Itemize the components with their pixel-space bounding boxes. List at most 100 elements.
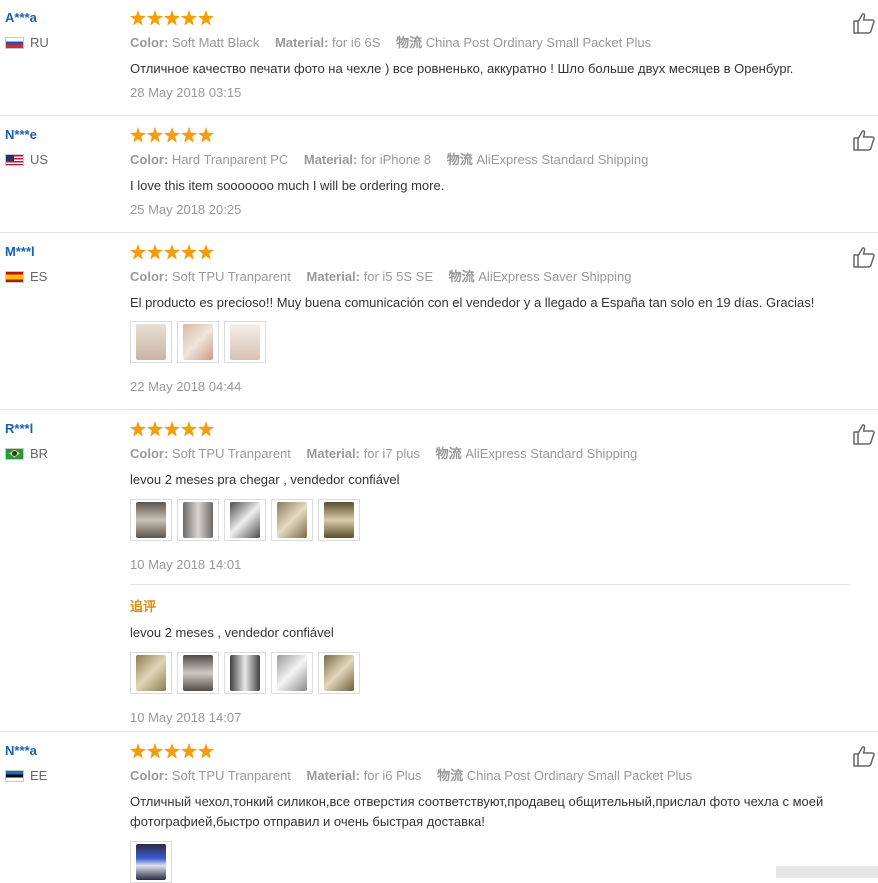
thumbs-up-icon[interactable] xyxy=(852,745,876,767)
color-value: Soft TPU Tranparent xyxy=(171,269,291,284)
material-label: Material: xyxy=(306,768,360,783)
star-icon xyxy=(198,127,214,143)
star-icon xyxy=(147,10,163,26)
review-date: 28 May 2018 03:15 xyxy=(130,85,242,100)
star-icon xyxy=(181,743,197,759)
review-photo-thumbnail[interactable] xyxy=(130,499,172,541)
star-icon xyxy=(130,10,146,26)
review-item: N***e US Color: Hard Tranparent PC Mater… xyxy=(0,117,878,233)
floating-panel-edge[interactable] xyxy=(776,866,878,878)
followup-label: 追评 xyxy=(130,599,157,614)
shipping-value: China Post Ordinary Small Packet Plus xyxy=(425,35,652,50)
review-item: N***a EE Color: Soft TPU Tranparent Mate… xyxy=(0,733,878,883)
review-photo-thumbnail[interactable] xyxy=(318,652,360,694)
star-icon xyxy=(130,244,146,260)
review-text: Отличный чехол,тонкий силикон,все отверс… xyxy=(130,794,824,829)
thumbs-up-icon[interactable] xyxy=(852,246,876,268)
star-icon xyxy=(147,421,163,437)
material-value: for i5 5S SE xyxy=(363,269,433,284)
review-photo-thumbnail[interactable] xyxy=(177,321,219,363)
material-label: Material: xyxy=(303,152,358,167)
material-value: for i7 plus xyxy=(363,446,420,461)
star-icon xyxy=(164,244,180,260)
reviewer-name[interactable]: R***l xyxy=(5,421,125,437)
flag-ru-icon xyxy=(5,36,24,49)
reviewer-country: US xyxy=(5,152,125,167)
order-attributes: Color: Soft Matt Black Material: for i6 … xyxy=(130,34,850,51)
shipping-label: 物流 xyxy=(448,269,475,284)
review-item: M***l ES Color: Soft TPU Tranparent Mate… xyxy=(0,234,878,410)
star-icon xyxy=(164,10,180,26)
star-icon xyxy=(130,127,146,143)
color-label: Color: xyxy=(130,269,169,284)
star-icon xyxy=(198,244,214,260)
review-date: 25 May 2018 20:25 xyxy=(130,202,242,217)
shipping-value: AliExpress Standard Shipping xyxy=(476,152,649,167)
order-attributes: Color: Soft TPU Tranparent Material: for… xyxy=(130,268,850,285)
color-label: Color: xyxy=(130,446,169,461)
review-photo-thumbnail[interactable] xyxy=(177,499,219,541)
shipping-label: 物流 xyxy=(437,768,464,783)
review-photo-thumbnail[interactable] xyxy=(271,499,313,541)
color-value: Soft TPU Tranparent xyxy=(171,768,291,783)
star-icon xyxy=(181,127,197,143)
reviewer-name[interactable]: N***e xyxy=(5,127,125,143)
material-label: Material: xyxy=(274,35,329,50)
reviewer-country: BR xyxy=(5,446,125,461)
review-photos xyxy=(130,841,850,883)
review-photo-thumbnail[interactable] xyxy=(130,841,172,883)
review-date: 22 May 2018 04:44 xyxy=(130,379,242,394)
material-value: for i6 Plus xyxy=(363,768,422,783)
color-value: Soft TPU Tranparent xyxy=(171,446,291,461)
review-photo-thumbnail[interactable] xyxy=(224,321,266,363)
review-photo-thumbnail[interactable] xyxy=(318,499,360,541)
star-icon xyxy=(130,421,146,437)
star-icon xyxy=(181,244,197,260)
flag-ee-icon xyxy=(5,769,24,782)
flag-us-icon xyxy=(5,153,24,166)
shipping-label: 物流 xyxy=(435,446,462,461)
material-value: for i6 6S xyxy=(332,35,381,50)
star-icon xyxy=(198,743,214,759)
star-icon xyxy=(147,244,163,260)
flag-es-icon xyxy=(5,270,24,283)
star-icon xyxy=(164,421,180,437)
review-photo-thumbnail[interactable] xyxy=(130,652,172,694)
shipping-label: 物流 xyxy=(396,35,423,50)
review-content: Color: Soft TPU Tranparent Material: for… xyxy=(130,743,850,883)
thumbs-up-icon[interactable] xyxy=(852,129,876,151)
review-photo-thumbnail[interactable] xyxy=(224,499,266,541)
reviewer-name[interactable]: N***a xyxy=(5,743,125,759)
star-icon xyxy=(130,743,146,759)
review-date: 10 May 2018 14:01 xyxy=(130,557,242,572)
thumbs-up-icon[interactable] xyxy=(852,12,876,34)
reviewer-name[interactable]: M***l xyxy=(5,244,125,260)
review-content: Color: Hard Tranparent PC Material: for … xyxy=(130,127,850,218)
review-photo-thumbnail[interactable] xyxy=(130,321,172,363)
thumbs-up-icon[interactable] xyxy=(852,423,876,445)
review-text: levou 2 meses pra chegar , vendedor conf… xyxy=(130,472,400,487)
review-content: Color: Soft TPU Tranparent Material: for… xyxy=(130,244,850,395)
star-icon xyxy=(198,421,214,437)
star-rating xyxy=(130,127,850,145)
material-label: Material: xyxy=(306,269,360,284)
shipping-label: 物流 xyxy=(446,152,473,167)
material-label: Material: xyxy=(306,446,360,461)
order-attributes: Color: Soft TPU Tranparent Material: for… xyxy=(130,767,850,784)
reviewer-name[interactable]: A***a xyxy=(5,10,125,26)
review-photo-thumbnail[interactable] xyxy=(271,652,313,694)
followup-date: 10 May 2018 14:07 xyxy=(130,710,242,725)
material-value: for iPhone 8 xyxy=(360,152,432,167)
reviewer-info: N***e US xyxy=(5,127,125,167)
review-photo-thumbnail[interactable] xyxy=(224,652,266,694)
star-rating xyxy=(130,421,850,439)
star-icon xyxy=(164,743,180,759)
star-icon xyxy=(181,10,197,26)
review-text: El producto es precioso!! Muy buena comu… xyxy=(130,295,815,310)
star-rating xyxy=(130,10,850,28)
color-label: Color: xyxy=(130,35,169,50)
review-photos xyxy=(130,321,850,363)
color-value: Soft Matt Black xyxy=(171,35,260,50)
followup-photos xyxy=(130,652,850,694)
review-photo-thumbnail[interactable] xyxy=(177,652,219,694)
